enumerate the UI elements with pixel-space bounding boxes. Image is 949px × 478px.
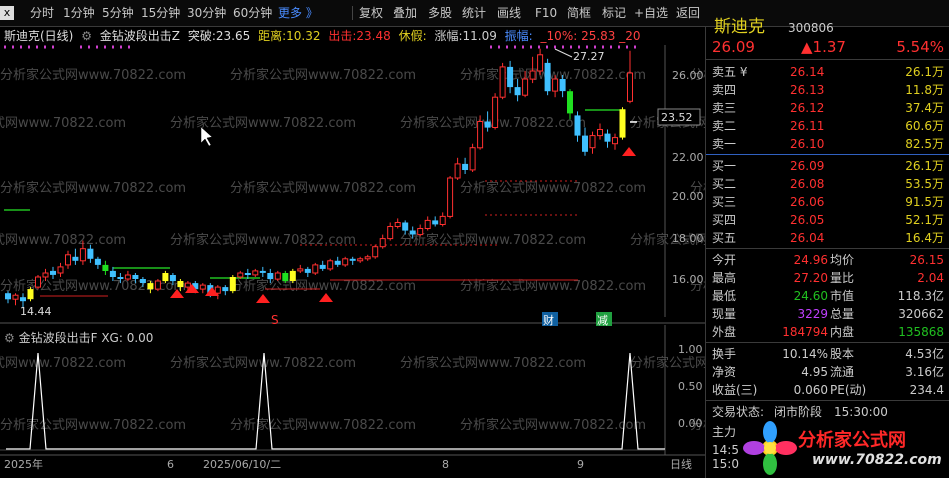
- watermark: 分析家公式网www.70822.com 分析家公式网www.70822.com 分析…: [0, 67, 705, 433]
- svg-text:分析家公式网www.70822.com: 分析家公式网www.70822.com: [0, 232, 126, 248]
- tongji-button[interactable]: 统计: [462, 4, 486, 22]
- svg-text:日线: 日线: [670, 457, 692, 471]
- ask-row[interactable]: 卖二 26.11 60.6万: [706, 117, 944, 135]
- close-icon[interactable]: x: [0, 6, 14, 20]
- svg-text:分析家公式网www.70822.com: 分析家公式网www.70822.com: [230, 67, 416, 83]
- svg-text:分析家公式网www.70822.com: 分析家公式网www.70822.com: [170, 115, 356, 131]
- biaoji-button[interactable]: 标记: [602, 4, 626, 22]
- jiankuang-button[interactable]: 简框: [567, 4, 591, 22]
- low-label: 14.44: [20, 305, 52, 318]
- price-axis: 26.00 22.00 20.00 18.00 16.00: [672, 69, 704, 286]
- svg-text:6: 6: [167, 458, 174, 471]
- f10-button[interactable]: F10: [535, 4, 557, 22]
- svg-text:0.00: 0.00: [678, 417, 703, 430]
- huaxian-button[interactable]: 画线: [497, 4, 521, 22]
- price-change: ▲1.37: [801, 38, 846, 56]
- flower-logo-icon: [743, 421, 797, 475]
- bid-row[interactable]: 买三 26.06 91.5万: [706, 193, 944, 211]
- tab-60min[interactable]: 60分钟: [233, 4, 272, 22]
- svg-text:0.50: 0.50: [678, 380, 703, 393]
- high-label: 27.27: [573, 50, 605, 63]
- svg-text:分析家公式网www.70822.com: 分析家公式网www.70822.com: [0, 67, 186, 83]
- ask-row[interactable]: 卖四 26.13 11.8万: [706, 81, 944, 99]
- bid-row[interactable]: 买五 26.04 16.4万: [706, 229, 944, 247]
- svg-text:26.00: 26.00: [672, 69, 704, 82]
- logo: 分析家公式网 www.70822.com: [740, 418, 949, 478]
- diejia-button[interactable]: 叠加: [393, 4, 417, 22]
- stat-row: 换手 10.14% 股本 4.53亿: [712, 347, 944, 361]
- add-watchlist-button[interactable]: +自选: [634, 4, 668, 22]
- price-pct: 5.54%: [896, 38, 944, 56]
- svg-text:18.00: 18.00: [672, 232, 704, 245]
- stat-row: 现量 3229 总量 320662: [712, 307, 944, 321]
- s-marker: S: [271, 313, 279, 327]
- svg-text:分析家公式网www.70822.com: 分析家公式网www.70822.com: [0, 180, 186, 196]
- svg-text:分析家公式网www.70822.com: 分析家公式网www.70822.com: [400, 232, 586, 248]
- kline-chart[interactable]: 分析家公式网www.70822.com 分析家公式网www.70822.com 分析…: [0, 27, 705, 478]
- svg-text:分析家公式网www.70822.com: 分析家公式网www.70822.com: [400, 355, 586, 371]
- stat-row: 最高 27.20 量比 2.04: [712, 271, 944, 285]
- date-axis: 2025年 6 2025/06/10/二 8 9 日线: [4, 457, 692, 471]
- indicator-name: 金钻波段出击Z: [99, 29, 181, 43]
- candlesticks: [5, 48, 633, 308]
- stat-row: 最低 24.60 市值 118.3亿: [712, 289, 944, 303]
- ask-row[interactable]: 卖三 26.12 37.4万: [706, 99, 944, 117]
- bid-row[interactable]: 买四 26.05 52.1万: [706, 211, 944, 229]
- svg-text:分析家公式网www.70822.com: 分析家公式网www.70822.com: [460, 180, 646, 196]
- svg-text:分析家公式网www.70822.com: 分析家公式网www.70822.com: [630, 355, 705, 371]
- svg-text:分析家公式网www.70822.com: 分析家公式网www.70822.com: [0, 417, 186, 433]
- svg-text:分析家公式网www.70822.com: 分析家公式网www.70822.com: [230, 180, 416, 196]
- svg-text:20.00: 20.00: [672, 190, 704, 203]
- stat-row: 外盘 184794 内盘 135868: [712, 325, 944, 339]
- bid-row[interactable]: 买一 26.09 26.1万: [706, 157, 944, 175]
- tab-15min[interactable]: 15分钟: [141, 4, 180, 22]
- tab-5min[interactable]: 5分钟: [102, 4, 134, 22]
- svg-text:2025/06/10/二: 2025/06/10/二: [203, 458, 281, 471]
- tab-1min[interactable]: 1分钟: [63, 4, 95, 22]
- jian-marker: 减: [597, 314, 608, 327]
- svg-text:9: 9: [577, 458, 584, 471]
- bid-row[interactable]: 买二 26.08 53.5万: [706, 175, 944, 193]
- svg-text:1.00: 1.00: [678, 343, 703, 356]
- sub-indicator-label: ⚙ 金钻波段出击F XG: 0.00: [4, 331, 154, 345]
- svg-text:22.00: 22.00: [672, 151, 704, 164]
- svg-text:8: 8: [442, 458, 449, 471]
- more-button[interactable]: 更多 》: [278, 4, 318, 22]
- stat-row: 收益(三) 0.060 PE(动) 234.4: [712, 383, 944, 397]
- cai-marker: 财: [543, 313, 554, 327]
- stat-row: 净资 4.95 流通 3.16亿: [712, 365, 944, 379]
- back-button[interactable]: 返回: [676, 4, 700, 22]
- svg-text:2025年: 2025年: [4, 457, 43, 471]
- duogu-button[interactable]: 多股: [428, 4, 452, 22]
- ask-row[interactable]: 卖一 26.10 82.5万: [706, 135, 944, 153]
- settings-icon: ⚙: [81, 29, 92, 43]
- stock-title: 斯迪克(日线): [4, 29, 74, 43]
- ask-row[interactable]: 卖五 ¥ 26.14 26.1万: [706, 63, 944, 81]
- fuquan-button[interactable]: 复权: [359, 4, 383, 22]
- quote-panel: 斯迪克 300806 26.09 ▲1.37 5.54% 卖五 ¥ 26.14 …: [705, 17, 949, 478]
- svg-text:分析家公式网www.70822.com: 分析家公式网www.70822.com: [0, 115, 126, 131]
- last-price: 26.09: [712, 38, 755, 56]
- tab-fenshi[interactable]: 分时: [30, 4, 54, 22]
- svg-text:分析家公式网www.70822.com: 分析家公式网www.70822.com: [0, 355, 126, 371]
- svg-text:分析家公式网www.70822.com: 分析家公式网www.70822.com: [460, 417, 646, 433]
- svg-text:分析家公式网www.70822.com: 分析家公式网www.70822.com: [170, 232, 356, 248]
- indicator-info-bar: 斯迪克(日线) ⚙ 金钻波段出击Z 突破:23.65 距离:10.32 出击:2…: [4, 29, 641, 43]
- tab-30min[interactable]: 30分钟: [187, 4, 226, 22]
- svg-text:16.00: 16.00: [672, 273, 704, 286]
- price-tag: 23.52: [661, 111, 693, 124]
- stat-row: 今开 24.96 均价 26.15: [712, 253, 944, 267]
